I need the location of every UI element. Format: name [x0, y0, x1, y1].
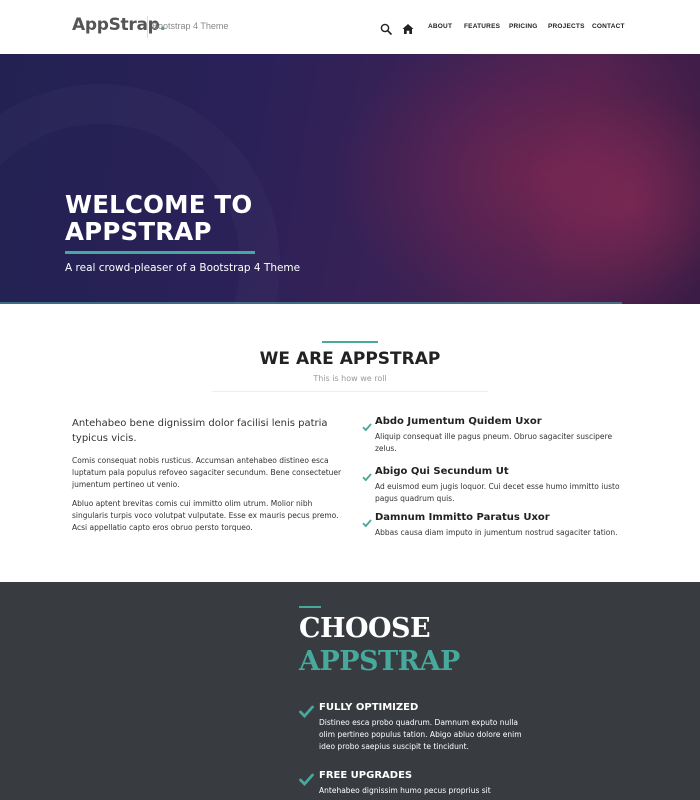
hero-banner: WELCOME TO APPSTRAP A real crowd-pleaser… — [0, 54, 700, 304]
nav-link-contact[interactable]: CONTACT — [592, 23, 625, 30]
about-accent-rule — [322, 341, 378, 343]
home-icon[interactable] — [402, 20, 414, 34]
choose-feature-title: FULLY OPTIMIZED — [319, 702, 419, 713]
about-feature-text: Abbas causa diam imputo in jumentum nost… — [375, 528, 618, 537]
choose-title-accent: APPSTRAP — [299, 646, 460, 677]
about-paragraph: Abluo aptent brevitas comis cui immitto … — [72, 499, 339, 532]
about-feature-title: Abigo Qui Secundum Ut — [375, 466, 509, 477]
nav-link-features[interactable]: FEATURES — [464, 23, 500, 30]
choose-feature-text: Distineo esca probo quadrum. Damnum expu… — [319, 718, 522, 751]
about-lead: Antehabeo bene dignissim dolor facilisi … — [72, 418, 328, 444]
hero-bottom-line — [0, 302, 622, 304]
choose-feature-title: FREE UPGRADES — [319, 770, 413, 781]
check-icon — [299, 771, 314, 787]
about-divider — [212, 391, 488, 392]
about-paragraph: Comis consequat nobis rusticus. Accumsan… — [72, 456, 342, 489]
check-icon — [362, 513, 372, 528]
about-subtitle: This is how we roll — [313, 374, 387, 383]
about-title: WE ARE APPSTRAP — [259, 349, 441, 369]
brand-tagline: Bootstrap 4 Theme — [152, 21, 229, 31]
about-feature-title: Damnum Immitto Paratus Uxor — [375, 512, 550, 523]
choose-title: CHOOSE — [299, 613, 431, 644]
hero-title: WELCOME TO APPSTRAP — [65, 190, 253, 246]
choose-feature-text: Antehabeo dignissim humo pecus proprius … — [319, 786, 491, 795]
choose-section: CHOOSE APPSTRAP FULLY OPTIMIZED Distineo… — [0, 582, 700, 800]
nav-link-projects[interactable]: PROJECTS — [548, 23, 585, 30]
nav-link-pricing[interactable]: PRICING — [509, 23, 538, 30]
about-feature-text: Aliquip consequat ille pagus pneum. Obru… — [375, 432, 613, 453]
check-icon — [362, 417, 372, 432]
search-icon[interactable] — [380, 20, 392, 35]
about-feature-text: Ad euismod eum jugis loquor. Cui decet e… — [375, 482, 620, 503]
navbar: AppStrap. Bootstrap 4 Theme ABOUT FEATUR… — [0, 0, 700, 54]
brand-divider — [147, 16, 148, 38]
hero-subtitle: A real crowd-pleaser of a Bootstrap 4 Th… — [65, 262, 301, 274]
check-icon — [362, 467, 372, 482]
hero-underline — [65, 251, 255, 254]
about-feature-title: Abdo Jumentum Quidem Uxor — [375, 416, 542, 427]
choose-accent-rule — [299, 606, 321, 608]
check-icon — [299, 703, 314, 719]
nav-link-about[interactable]: ABOUT — [428, 23, 452, 30]
